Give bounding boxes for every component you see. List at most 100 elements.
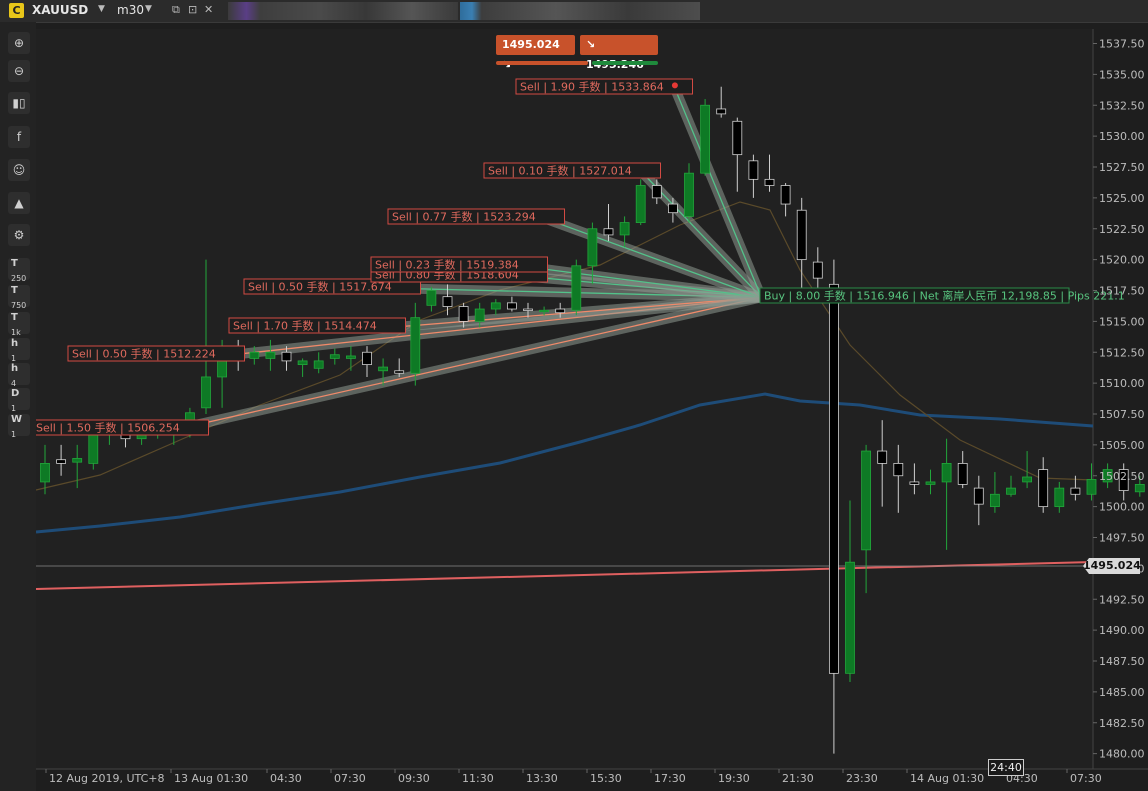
left-toolbar: ⊕ ⊖ ▮▯ f ☺ ▲ ⚙ T 250 T 750 T 1k h1 h4 D1 W1 [0,22,36,791]
settings-chart-icon[interactable]: ⚙ [8,224,30,246]
candle[interactable] [619,222,630,236]
candles-icon[interactable]: ▮▯ [8,92,30,114]
candle[interactable] [490,302,501,310]
candle[interactable] [410,317,421,374]
candle[interactable] [732,120,743,156]
objects-icon[interactable]: ▲ [8,192,30,214]
trade-label[interactable]: Sell | 0.50 手数 | 1512.224 [67,345,245,362]
candle[interactable] [571,265,582,311]
trade-label[interactable]: Sell | 1.50 手数 | 1506.254 [31,419,209,436]
popout-icon[interactable]: ⧉ [172,3,180,17]
candle[interactable] [829,283,839,674]
timeframe-label[interactable]: m30 [117,3,144,17]
robot-icon[interactable]: ☺ [8,159,30,181]
timeframe-d1[interactable]: D1 [8,388,30,413]
candle[interactable] [780,185,791,205]
candle[interactable] [587,228,598,267]
peak-marker [671,82,678,89]
position-summary-label[interactable]: Buy | 8.00 手数 | 1516.946 | Net 离岸人民币 12,… [759,287,1125,304]
candle[interactable] [329,354,340,359]
candle[interactable] [796,209,807,261]
buy-price-button[interactable]: ↘ 1495.246 [580,35,658,71]
price-chart[interactable]: Sell | 1.50 手数 | 1506.254 Sell | 0.50 手数 … [0,0,1148,791]
timeframe-t250[interactable]: T 250 [8,258,30,283]
candle[interactable] [458,306,469,322]
trade-label[interactable]: Sell | 0.77 手数 | 1523.294 [387,208,565,225]
candle[interactable] [297,360,308,365]
candle[interactable] [1086,479,1097,495]
candle[interactable] [442,296,453,307]
candle[interactable] [1070,487,1081,495]
candle[interactable] [72,458,83,463]
trade-label[interactable]: Sell | 1.90 手数 | 1533.864 [515,78,693,95]
candle[interactable] [1054,487,1065,508]
candle[interactable] [909,481,920,485]
candle[interactable] [668,203,678,214]
candle[interactable] [764,178,775,186]
candle[interactable] [394,370,405,374]
candle[interactable] [861,450,871,551]
timeframe-w1[interactable]: W1 [8,414,30,439]
close-tab-icon[interactable]: ✕ [204,3,213,16]
timeframe-h4[interactable]: h4 [8,363,30,388]
candle[interactable] [345,355,356,359]
candle[interactable] [877,450,888,464]
candle[interactable] [281,351,292,362]
y-tick-label: 1535.00 [1099,68,1145,81]
candle[interactable] [635,185,646,223]
candle[interactable] [1038,469,1049,508]
candle[interactable] [651,185,662,199]
x-tick-label: 09:30 [398,772,430,785]
candle[interactable] [1134,483,1145,493]
candle[interactable] [716,108,727,115]
facebook-icon[interactable]: f [8,126,30,148]
symbol-label[interactable]: XAUUSD [32,3,88,17]
candle[interactable] [426,290,437,306]
timeframe-h1[interactable]: h1 [8,338,30,363]
candle[interactable] [941,462,952,483]
candle[interactable] [313,360,324,369]
candle[interactable] [523,308,533,311]
candle[interactable] [812,261,823,279]
candle[interactable] [893,462,904,477]
candle[interactable] [506,302,517,310]
trade-label[interactable]: Sell | 1.70 手数 | 1514.474 [228,317,406,334]
candle[interactable] [925,481,936,485]
candle[interactable] [1022,476,1032,483]
trade-label[interactable]: Sell | 0.10 手数 | 1527.014 [483,162,661,179]
zoom-in-icon[interactable]: ⊕ [8,32,30,54]
timeframe-t1k[interactable]: T 1k [8,312,30,337]
y-tick-label: 1507.50 [1099,408,1145,421]
candle[interactable] [378,366,389,372]
symbol-dropdown-icon[interactable]: ▼ [98,4,105,14]
sell-price-button[interactable]: 1495.024 ↘ [496,35,575,71]
detach-icon[interactable]: ⊡ [188,3,197,16]
candle[interactable] [56,459,66,464]
trade-label[interactable]: Sell | 0.23 手数 | 1519.384 [370,256,548,273]
candle[interactable] [1006,487,1016,495]
timeframe-dropdown-icon[interactable]: ▼ [145,4,152,14]
candle[interactable] [700,104,710,174]
plot-area[interactable] [36,29,1093,769]
candle[interactable] [973,487,984,505]
candle[interactable] [555,308,566,314]
candle[interactable] [40,462,50,483]
candle[interactable] [684,172,694,217]
candle[interactable] [201,376,211,409]
candle[interactable] [845,561,855,674]
candle[interactable] [539,309,549,313]
timeframe-t750[interactable]: T 750 [8,285,30,310]
candle[interactable] [249,351,260,359]
candle[interactable] [748,160,759,180]
zoom-out-icon[interactable]: ⊖ [8,60,30,82]
candle[interactable] [957,462,968,485]
y-tick-label: 1515.00 [1099,315,1145,328]
candle[interactable] [362,351,372,365]
candle[interactable] [990,493,1000,508]
trade-label-text: Sell | 0.77 手数 | 1523.294 [392,210,536,224]
y-tick-label: 1482.50 [1099,717,1145,730]
candle[interactable] [603,228,614,236]
x-tick-label: 12 Aug 2019, UTC+8 [49,772,164,785]
candle[interactable] [265,351,276,359]
candle[interactable] [474,308,485,322]
